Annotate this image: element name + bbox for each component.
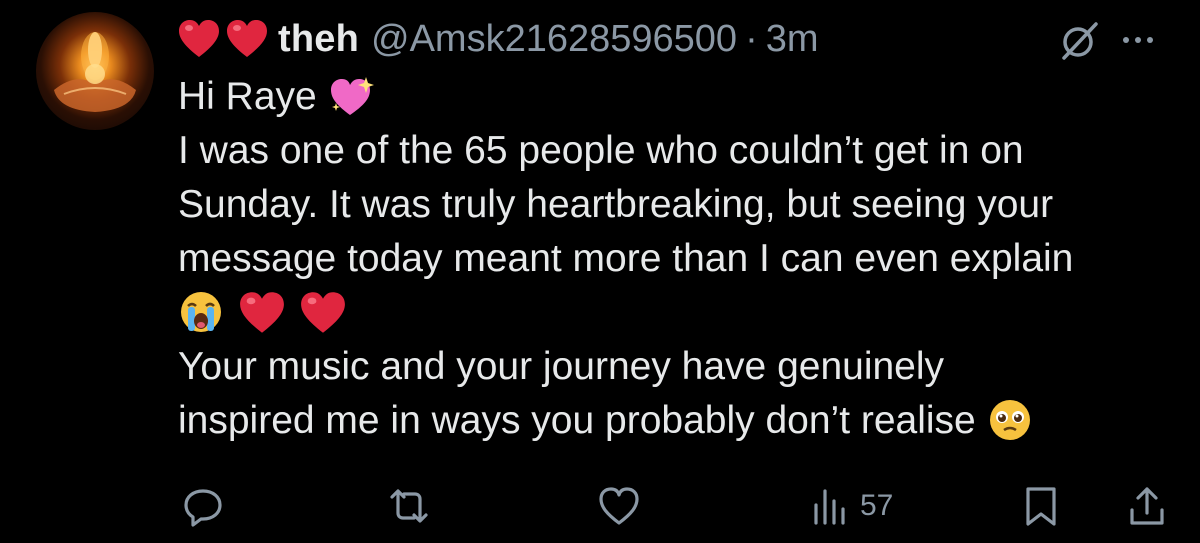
tweet-text: message today meant more than I can even…	[178, 237, 1074, 280]
reply-icon	[184, 489, 222, 527]
share-button[interactable]	[1124, 478, 1170, 534]
tweet-text: Sunday. It was truly heartbreaking, but …	[178, 183, 1054, 226]
red-heart-emoji	[300, 292, 345, 333]
display-name[interactable]: theh	[278, 18, 359, 61]
more-options-icon[interactable]	[1116, 18, 1160, 62]
tweet-text: I was one of the 65 people who couldn’t …	[178, 129, 1024, 172]
views-count: 57	[860, 489, 894, 522]
action-bar: 57	[0, 478, 1200, 534]
retweet-icon	[390, 489, 428, 523]
heart-icon	[599, 487, 639, 525]
tweet-line: Hi Raye	[178, 70, 1188, 124]
tweet-body: Hi Raye I was one of the 65 people who c…	[178, 70, 1188, 448]
retweet-button[interactable]	[386, 478, 432, 534]
bookmark-button[interactable]	[1018, 478, 1064, 534]
emoji-line	[178, 286, 1188, 340]
like-button[interactable]	[596, 478, 642, 534]
tweet[interactable]: theh @Amsk21628596500 · 3m Hi Raye I was…	[0, 0, 1200, 543]
red-heart-emoji	[239, 292, 284, 333]
separator-dot: ·	[745, 17, 758, 60]
grok-icon[interactable]	[1058, 18, 1102, 62]
red-heart-emoji	[227, 20, 267, 57]
avatar[interactable]	[36, 12, 154, 130]
tweet-header: theh @Amsk21628596500 · 3m	[178, 10, 819, 68]
loudly-crying-face-emoji	[181, 292, 221, 332]
share-icon	[1130, 487, 1164, 525]
views-button[interactable]: 57	[806, 478, 893, 534]
tweet-line: inspired me in ways you probably don’t r…	[178, 394, 1188, 448]
red-heart-emoji	[179, 20, 219, 57]
tweet-text: inspired me in ways you probably don’t r…	[178, 399, 976, 442]
timestamp[interactable]: 3m	[766, 18, 819, 61]
pleading-face-emoji	[989, 400, 1030, 440]
reply-button[interactable]	[180, 478, 226, 534]
bookmark-icon	[1026, 487, 1056, 526]
tweet-text: Hi Raye	[178, 75, 317, 118]
header-actions	[1058, 18, 1160, 62]
tweet-text: Your music and your journey have genuine…	[178, 345, 945, 388]
sparkling-heart-emoji	[330, 77, 374, 115]
user-handle[interactable]: @Amsk21628596500	[371, 18, 737, 61]
views-icon	[814, 489, 845, 525]
